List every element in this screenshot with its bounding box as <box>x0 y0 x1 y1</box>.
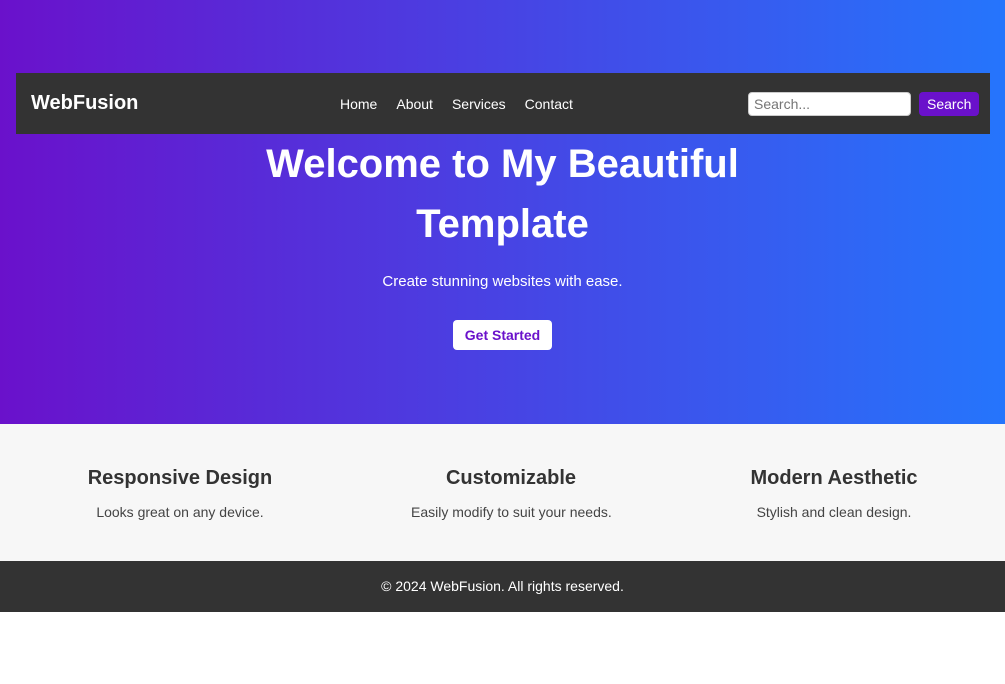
feature-description: Easily modify to suit your needs. <box>411 504 612 520</box>
search-form: Search <box>748 92 980 116</box>
hero-subtitle: Create stunning websites with ease. <box>382 273 623 290</box>
footer-copyright: © 2024 WebFusion. All rights reserved. <box>381 578 624 594</box>
nav-links: Home About Services Contact <box>340 73 573 134</box>
nav-link-home[interactable]: Home <box>340 96 377 112</box>
feature-title: Responsive Design <box>87 467 273 489</box>
feature-description: Stylish and clean design. <box>756 504 912 520</box>
nav-link-services[interactable]: Services <box>452 96 506 112</box>
footer: © 2024 WebFusion. All rights reserved. <box>0 561 1005 612</box>
nav-link-contact[interactable]: Contact <box>525 96 573 112</box>
feature-title: Modern Aesthetic <box>750 467 918 489</box>
search-input[interactable] <box>748 92 911 116</box>
features-section: Responsive Design Looks great on any dev… <box>0 424 1005 561</box>
get-started-button[interactable]: Get Started <box>453 320 552 350</box>
feature-title: Customizable <box>445 467 577 489</box>
navbar: WebFusion Home About Services Contact Se… <box>16 73 990 134</box>
feature-description: Looks great on any device. <box>96 504 264 520</box>
search-button[interactable]: Search <box>919 92 980 116</box>
hero-section: WebFusion Home About Services Contact Se… <box>0 0 1005 424</box>
hero-title-line-1: Welcome to My Beautiful <box>266 142 739 186</box>
hero-title-line-2: Template <box>416 202 589 246</box>
nav-link-about[interactable]: About <box>396 96 433 112</box>
brand-logo[interactable]: WebFusion <box>31 73 138 134</box>
hero-title: Welcome to My Beautiful Template <box>0 134 1005 254</box>
